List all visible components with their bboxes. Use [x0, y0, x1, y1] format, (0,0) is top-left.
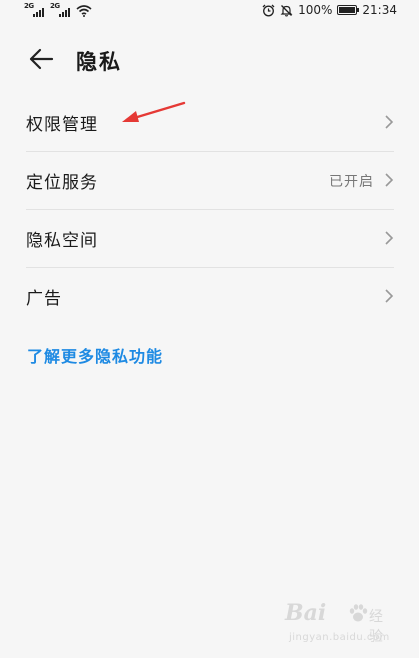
- signal-icon: 2G: [50, 2, 70, 17]
- page-title: 隐私: [76, 50, 122, 74]
- mute-icon: [280, 4, 293, 16]
- clock: 21:34: [362, 3, 397, 17]
- menu-item-private-space[interactable]: 隐私空间: [26, 210, 394, 268]
- menu-item-label: 隐私空间: [26, 231, 98, 251]
- chevron-right-icon: [385, 115, 394, 129]
- status-left: 2G 2G: [24, 2, 92, 17]
- network-type-label: 2G: [50, 2, 60, 10]
- back-arrow-icon[interactable]: [28, 46, 54, 72]
- menu-item-location-service[interactable]: 定位服务 已开启: [26, 152, 394, 210]
- chevron-right-icon: [385, 289, 394, 303]
- annotation-arrow-icon: [122, 101, 186, 122]
- menu-item-label: 权限管理: [26, 115, 98, 135]
- menu-item-permission-management[interactable]: 权限管理: [26, 94, 394, 152]
- settings-list: 权限管理 定位服务 已开启 隐私空间 广告: [26, 94, 394, 325]
- watermark-logo: Bai: [285, 600, 327, 626]
- menu-item-label: 定位服务: [26, 173, 98, 193]
- chevron-right-icon: [385, 173, 394, 187]
- watermark-url: jingyan.baidu.com: [289, 632, 390, 643]
- baidu-jingyan-watermark: Bai 经验 jingyan.baidu.com: [285, 600, 395, 652]
- battery-icon: [337, 5, 360, 15]
- app-header: 隐私: [0, 36, 419, 84]
- status-bar: 2G 2G 100% 21:34: [0, 0, 419, 22]
- menu-item-status: 已开启: [329, 174, 374, 190]
- signal-icon: 2G: [24, 2, 44, 17]
- status-right: 100% 21:34: [262, 3, 397, 17]
- paw-icon: [349, 604, 368, 622]
- chevron-right-icon: [385, 231, 394, 245]
- wifi-icon: [76, 5, 92, 17]
- battery-percent: 100%: [298, 3, 333, 17]
- network-type-label: 2G: [24, 2, 34, 10]
- alarm-icon: [262, 4, 275, 16]
- learn-more-privacy-link[interactable]: 了解更多隐私功能: [27, 343, 163, 367]
- menu-item-ads[interactable]: 广告: [26, 268, 394, 325]
- menu-item-label: 广告: [26, 289, 62, 309]
